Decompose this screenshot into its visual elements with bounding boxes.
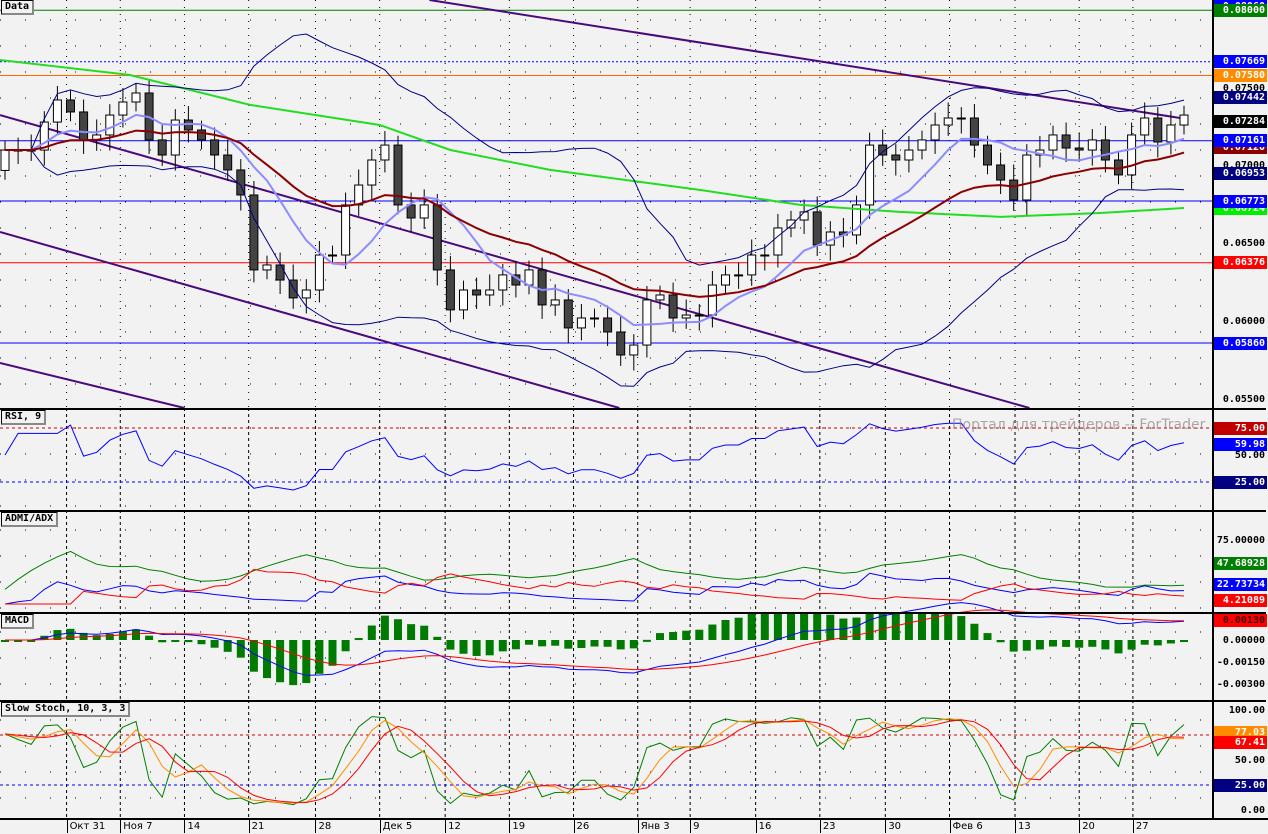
stoch-panel-title: Slow Stoch, 10, 3, 3: [1, 702, 131, 717]
stoch-axis-label: 67.41: [1214, 736, 1267, 750]
macd-panel-title: MACD: [1, 614, 35, 629]
main-axis-label: 0.07669: [1214, 55, 1267, 69]
stoch-axis-label: 25.00: [1214, 778, 1267, 792]
main-axis-label: 0.06000: [1222, 315, 1265, 327]
main-axis-label: 0.05500: [1222, 393, 1265, 405]
macd-axis-label: -0.00300: [1216, 678, 1265, 690]
adx-axis-label: 4.21089: [1214, 593, 1267, 607]
time-axis-label: 30: [885, 820, 901, 833]
stoch-axis-label: 0.00: [1240, 804, 1265, 816]
main-panel-title: Data: [1, 0, 35, 15]
rsi-axis-label: 25.00: [1214, 475, 1267, 489]
main-axis-label: 0.06500: [1222, 238, 1265, 249]
rsi-panel-title: RSI, 9: [1, 410, 47, 425]
stoch-axis-label: 50.00: [1234, 754, 1265, 766]
main-axis-label: 0.05860: [1214, 336, 1267, 350]
time-axis-label: 9: [690, 820, 700, 833]
main-axis-label: 0.06376: [1214, 256, 1267, 270]
time-axis-label: Ноя 7: [120, 820, 152, 833]
adx-axis-label: 75.00000: [1216, 534, 1265, 546]
time-axis-label: 16: [755, 820, 771, 833]
watermark: Портал для трейдеров -- ForTrader: [952, 417, 1206, 433]
adx-panel-frame: [0, 510, 1266, 612]
time-axis-label: 12: [445, 820, 461, 833]
time-axis-label: 21: [248, 820, 264, 833]
time-axis-label: 13: [1015, 820, 1031, 833]
time-axis-label: 28: [315, 820, 331, 833]
time-axis-label: Окт 31: [66, 820, 105, 833]
macd-axis-label: 0.00130: [1214, 614, 1267, 628]
time-axis-label: 19: [509, 820, 525, 833]
main-axis-label: 0.07161: [1214, 134, 1267, 148]
time-axis-label: 23: [819, 820, 836, 833]
adx-axis-label: 47.68928: [1214, 556, 1267, 570]
time-axis-label: 14: [184, 820, 200, 833]
main-axis-label: 0.06773: [1214, 194, 1267, 208]
stoch-panel-frame: [0, 700, 1266, 818]
macd-panel-frame: [0, 612, 1266, 700]
time-axis-label: 26: [573, 820, 589, 833]
main-axis-label: 0.07442: [1214, 90, 1267, 104]
main-axis-label: 0.08000: [1214, 3, 1267, 17]
stoch-axis-label: 100.00: [1228, 704, 1265, 716]
macd-axis-label: -0.00150: [1216, 656, 1265, 668]
main-axis-label: 0.06953: [1214, 166, 1267, 180]
rsi-axis-label: 50.00: [1234, 449, 1265, 461]
time-axis-label: 20: [1079, 820, 1095, 833]
main-axis-label: 0.07284: [1214, 115, 1267, 129]
adx-panel-title: ADMI/ADX: [1, 512, 59, 527]
adx-axis-label: 22.73734: [1214, 578, 1267, 592]
time-axis-label: Дек 5: [379, 820, 412, 833]
time-axis-label: 27: [1132, 820, 1149, 833]
time-axis-label: Янв 3: [637, 820, 670, 833]
macd-axis-label: 0.00000: [1222, 634, 1265, 646]
rsi-axis-label: 75.00: [1214, 421, 1267, 435]
time-axis-label: Фев 6: [949, 820, 983, 833]
main-axis-label: 0.07580: [1214, 69, 1267, 83]
main-panel-frame: [0, 0, 1266, 408]
